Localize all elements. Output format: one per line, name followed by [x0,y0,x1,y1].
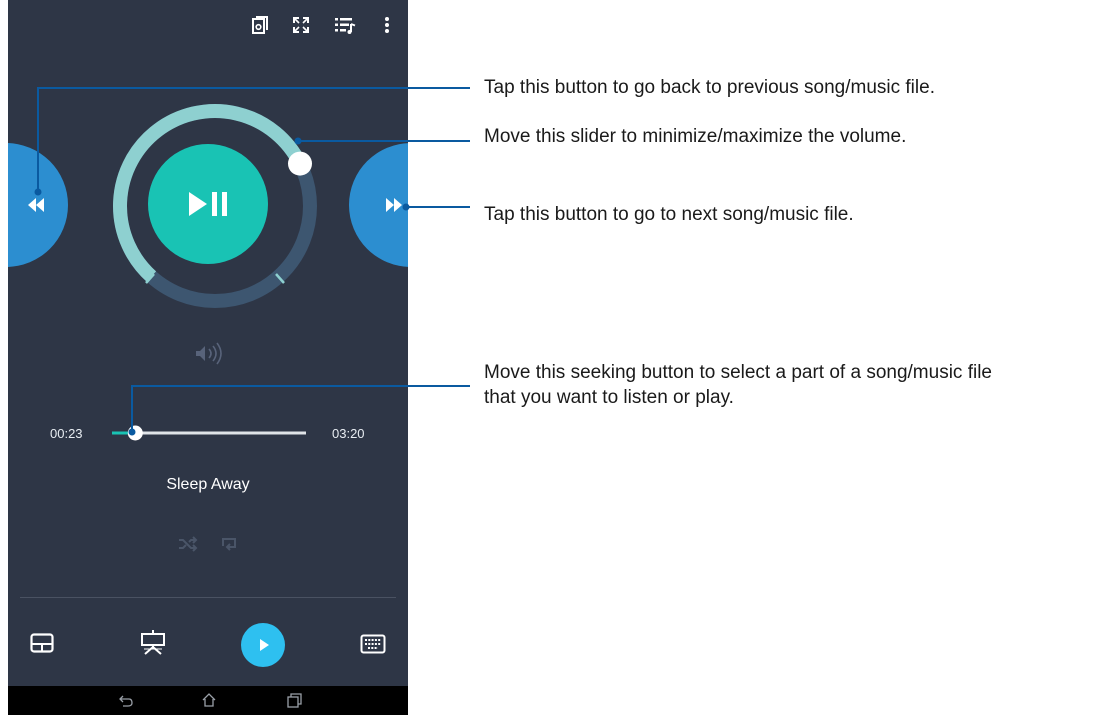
callout-line-next [402,203,470,211]
callout-line-volume [294,137,470,145]
callout-seek-line2: that you want to listen or play. [484,387,734,408]
callout-seek: Move this seeking button to select a par… [484,360,992,410]
callout-next: Tap this button to go to next song/music… [484,204,854,225]
callout-seek-line1: Move this seeking button to select a par… [484,362,992,383]
callout-line-seek [128,385,470,436]
callout-volume: Move this slider to minimize/maximize th… [484,126,907,147]
callout-lines [34,87,470,436]
callout-previous: Tap this button to go back to previous s… [484,77,935,98]
